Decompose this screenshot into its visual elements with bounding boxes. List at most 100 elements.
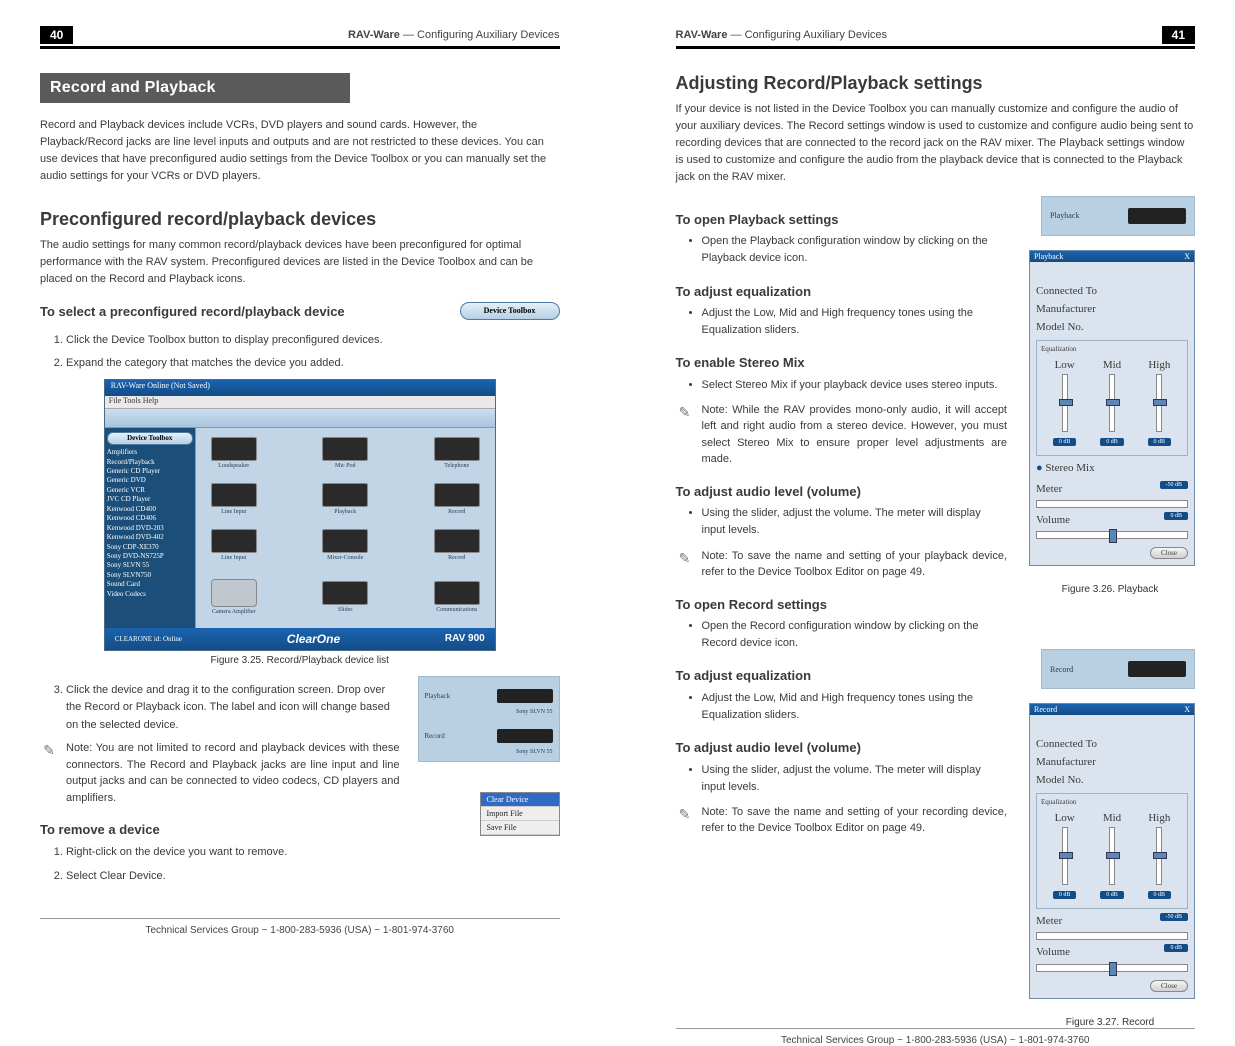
volume-slider[interactable] (1036, 531, 1188, 539)
menu-item-save-file[interactable]: Save File (481, 821, 559, 835)
page-content: Adjusting Record/Playback settings If yo… (676, 49, 1196, 1028)
close-icon[interactable]: X (1184, 705, 1190, 714)
eq-slider-low[interactable]: Low0 dB (1045, 810, 1085, 902)
tree-item[interactable]: Sony DVD-NS725P (107, 552, 193, 561)
running-head: RAV-Ware — Configuring Auxiliary Devices (73, 29, 559, 41)
close-button[interactable]: Close (1150, 547, 1188, 559)
volume-slider[interactable] (1036, 964, 1188, 972)
canvas-node[interactable]: Telephone (427, 437, 487, 469)
stereo-mix-radio[interactable]: Stereo Mix (1036, 460, 1188, 477)
heading-enable-stereo: To enable Stereo Mix (676, 355, 1008, 371)
tree-item[interactable]: Sound Card (107, 580, 193, 589)
device-icon (1128, 661, 1186, 677)
canvas-node[interactable]: Camera Amplifier (204, 579, 264, 615)
screenshot-rav-ware-app: RAV-Ware Online (Not Saved) File Tools H… (104, 379, 496, 651)
tree-item[interactable]: Record/Playback (107, 458, 193, 467)
steps-remove: Right-click on the device you want to re… (40, 844, 400, 885)
tree-item[interactable]: Kenwood CD400 (107, 505, 193, 514)
device-toolbox-tree[interactable]: Device Toolbox Amplifiers Record/Playbac… (105, 428, 196, 628)
close-button[interactable]: Close (1150, 980, 1188, 992)
device-icon[interactable] (497, 729, 553, 743)
canvas-node[interactable]: Record (427, 529, 487, 561)
canvas-node[interactable]: Loudspeaker (204, 437, 264, 469)
list-item: Select Stereo Mix if your playback devic… (702, 377, 1008, 394)
page-footer: Technical Services Group ~ 1-800-283-593… (40, 918, 560, 936)
list-item: Right-click on the device you want to re… (66, 844, 400, 862)
eq-slider-high[interactable]: High0 dB (1139, 357, 1179, 449)
label: Model No. (1036, 772, 1084, 789)
app-status-bar: CLEARONE id: Online ClearOne RAV 900 (105, 628, 495, 650)
heading-open-playback: To open Playback settings (676, 212, 1008, 228)
note-icon: ✎ (676, 548, 694, 581)
dialog-title: Record (1034, 705, 1057, 714)
menu-item-clear-device[interactable]: Clear Device (481, 793, 559, 807)
section-intro: Record and Playback devices include VCRs… (40, 117, 560, 185)
eq-slider-high[interactable]: High0 dB (1139, 810, 1179, 902)
tree-item[interactable]: Video Codecs (107, 590, 193, 599)
record-dialog: RecordX Connected To Manufacturer Model … (1029, 703, 1195, 998)
heading-adjust-volume-2: To adjust audio level (volume) (676, 740, 1008, 756)
eq-slider-mid[interactable]: Mid0 dB (1092, 357, 1132, 449)
close-icon[interactable]: X (1184, 252, 1190, 261)
note-text: Note: To save the name and setting of yo… (702, 804, 1008, 837)
tree-item[interactable]: Generic VCR (107, 486, 193, 495)
volume-value: 0 dB (1164, 512, 1188, 520)
list-item: Select Clear Device. (66, 868, 400, 886)
heading-to-remove: To remove a device (40, 822, 400, 838)
playback-icon-strip[interactable]: Playback (1041, 196, 1195, 236)
canvas-node[interactable]: Playback (315, 483, 375, 515)
context-menu[interactable]: Clear Device Import File Save File (480, 792, 560, 836)
label: Manufacturer (1036, 754, 1096, 771)
heading-open-record: To open Record settings (676, 597, 1008, 613)
record-icon-strip[interactable]: Record (1041, 649, 1195, 689)
tree-item[interactable]: Sony SLVN 55 (107, 561, 193, 570)
label: Manufacturer (1036, 301, 1096, 318)
status-text: CLEARONE id: Online (115, 635, 182, 643)
canvas-node[interactable]: Record (427, 483, 487, 515)
canvas-node[interactable]: Communications (427, 581, 487, 613)
note-save-record: ✎ Note: To save the name and setting of … (676, 804, 1008, 837)
canvas-node[interactable]: Slides (315, 581, 375, 613)
canvas-node[interactable]: Line Input (204, 529, 264, 561)
figure-caption-326: Figure 3.26. Playback (1025, 584, 1195, 595)
eq-slider-low[interactable]: Low0 dB (1045, 357, 1085, 449)
note-text: Note: While the RAV provides mono-only a… (702, 402, 1008, 468)
list-item: Open the Record configuration window by … (702, 618, 1008, 652)
list-item: Expand the category that matches the dev… (66, 355, 560, 373)
canvas-node[interactable]: Mixer-Console (315, 529, 375, 561)
list-item: Adjust the Low, Mid and High frequency t… (702, 690, 1008, 724)
playback-label: Playback (425, 692, 451, 700)
menu-item-import-file[interactable]: Import File (481, 807, 559, 821)
page-content: Record and Playback Record and Playback … (40, 49, 560, 918)
page-40: 40 RAV-Ware — Configuring Auxiliary Devi… (0, 0, 618, 954)
list-item: Click the device and drag it to the conf… (66, 682, 400, 735)
heading-adjust-eq-1: To adjust equalization (676, 284, 1008, 300)
device-canvas[interactable]: Loudspeaker Mic Pod Telephone Line Input… (196, 428, 495, 628)
equalization-group: Equalization Low0 dB Mid0 dB High0 dB (1036, 793, 1188, 909)
canvas-node[interactable]: Line Input (204, 483, 264, 515)
tree-item[interactable]: Kenwood CD406 (107, 514, 193, 523)
heading-adjust-volume-1: To adjust audio level (volume) (676, 484, 1008, 500)
tree-item[interactable]: Sony CDP-XE370 (107, 543, 193, 552)
label: Volume (1036, 514, 1070, 526)
record-label: Record (1050, 665, 1073, 674)
tree-item[interactable]: Kenwood DVD-402 (107, 533, 193, 542)
canvas-node[interactable]: Mic Pod (315, 437, 375, 469)
device-icon[interactable] (497, 689, 553, 703)
eq-slider-mid[interactable]: Mid0 dB (1092, 810, 1132, 902)
figure-caption-327: Figure 3.27. Record (1025, 1017, 1195, 1028)
tree-item[interactable]: Kenwood DVD-203 (107, 524, 193, 533)
tree-item[interactable]: Amplifiers (107, 448, 193, 457)
preconfigured-body: The audio settings for many common recor… (40, 237, 560, 288)
tree-header: Device Toolbox (107, 432, 193, 445)
device-toolbox-button[interactable]: Device Toolbox (460, 302, 560, 320)
figure-caption-325: Figure 3.25. Record/Playback device list (40, 655, 560, 666)
page-footer: Technical Services Group ~ 1-800-283-593… (676, 1028, 1196, 1046)
device-caption: Sony SLVN 55 (425, 709, 553, 715)
note-icon: ✎ (676, 402, 694, 468)
tree-item[interactable]: Sony SLVN750 (107, 571, 193, 580)
tree-item[interactable]: Generic DVD (107, 476, 193, 485)
tree-item[interactable]: JVC CD Player (107, 495, 193, 504)
tree-item[interactable]: Generic CD Player (107, 467, 193, 476)
volume-value: 0 dB (1164, 944, 1188, 952)
